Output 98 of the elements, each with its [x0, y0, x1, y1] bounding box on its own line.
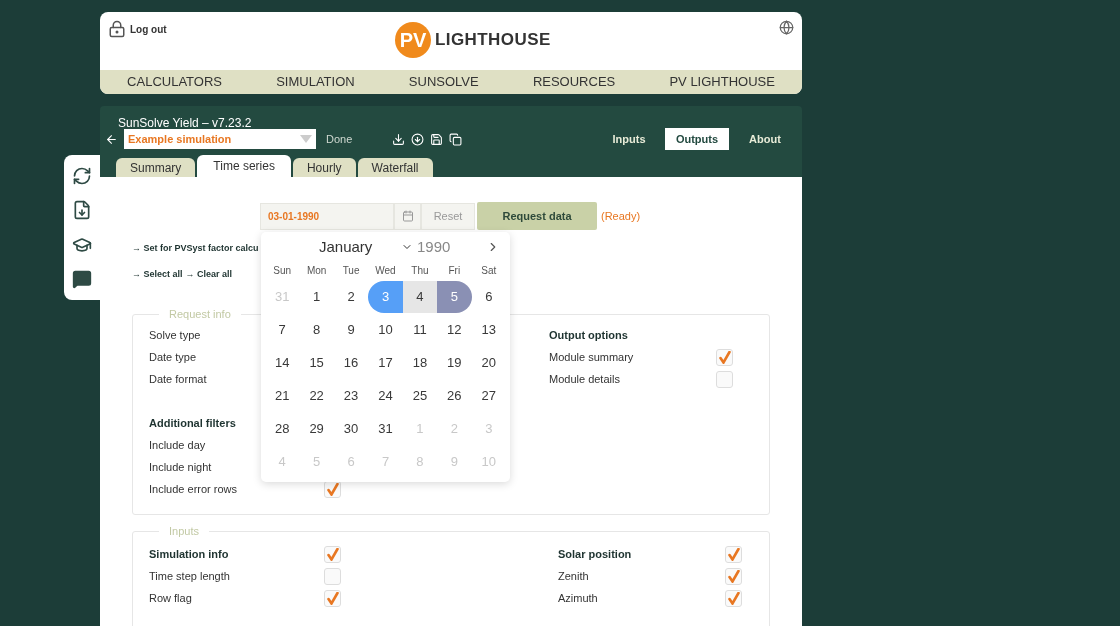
view-button[interactable]: Inputs [597, 128, 661, 150]
nav-link[interactable]: RESOURCES [532, 72, 616, 92]
option-label: Include night [149, 460, 212, 476]
calendar-day[interactable]: 26 [437, 380, 472, 412]
tab[interactable]: Waterfall [357, 158, 433, 177]
refresh-icon[interactable] [72, 166, 92, 187]
logout-link[interactable]: Log out [130, 21, 167, 37]
calendar-day[interactable]: 21 [265, 380, 300, 412]
option-label: Azimuth [558, 591, 599, 607]
calendar-day[interactable]: 10 [368, 314, 403, 346]
tab[interactable]: Time series [197, 155, 291, 177]
calendar-day[interactable]: 8 [299, 314, 334, 346]
checkbox[interactable] [725, 546, 742, 563]
dropdown-caret-icon [300, 135, 312, 143]
year-field[interactable]: 1990 [417, 235, 451, 259]
option-label: Module details [549, 372, 621, 388]
copy-icon[interactable] [449, 132, 462, 146]
section-heading: Additional filters [149, 416, 236, 432]
option-label: Row flag [149, 591, 193, 607]
calendar-day[interactable]: 19 [437, 347, 472, 379]
app-title: SunSolve Yield – v7.23.2 [118, 116, 252, 130]
panel-legend: Inputs [159, 523, 209, 540]
weekday-label: Sat [480, 264, 498, 278]
calendar-day[interactable]: 27 [471, 380, 506, 412]
checkbox[interactable] [324, 590, 341, 607]
file-download-icon[interactable] [72, 200, 92, 221]
option-label: Solar position [558, 547, 633, 563]
weekday-label: Fri [447, 264, 462, 278]
weekday-label: Tue [341, 264, 361, 278]
calendar-day[interactable]: 23 [333, 380, 369, 412]
calendar-day[interactable]: 18 [402, 347, 438, 379]
calendar-day[interactable]: 11 [402, 314, 438, 346]
chat-icon[interactable] [72, 268, 92, 289]
option-label: Date format [149, 372, 207, 388]
tab[interactable]: Hourly [292, 158, 356, 177]
weekday-label: Wed [374, 264, 397, 278]
back-arrow-icon[interactable] [105, 132, 118, 146]
globe-icon[interactable] [779, 20, 794, 35]
panel-legend: Request info [159, 306, 241, 323]
calendar-day[interactable]: 14 [265, 347, 300, 379]
calendar-day[interactable]: 15 [299, 347, 334, 379]
calendar-day[interactable]: 22 [299, 380, 334, 412]
weekday-label: Sun [272, 264, 293, 278]
view-button[interactable]: Outputs [665, 128, 729, 150]
weekday-label: Thu [410, 264, 430, 278]
calendar-day[interactable]: 17 [368, 347, 403, 379]
calendar-day[interactable]: 2 [333, 281, 369, 313]
checkbox[interactable] [725, 568, 742, 585]
nav-link[interactable]: CALCULATORS [127, 72, 222, 92]
option-label: Zenith [558, 569, 590, 585]
calendar-day[interactable]: 9 [333, 314, 369, 346]
lock-icon [108, 20, 126, 38]
option-label: Simulation info [149, 547, 230, 563]
option-label: Module summary [549, 350, 635, 366]
calendar-day[interactable]: 4 [402, 281, 438, 313]
option-label: Include day [149, 438, 206, 454]
checkbox[interactable] [725, 590, 742, 607]
calendar-day[interactable]: 1 [299, 281, 334, 313]
nav-link[interactable]: SUNSOLVE [408, 72, 479, 92]
calendar-day[interactable]: 16 [333, 347, 369, 379]
calendar-day[interactable]: 7 [265, 314, 300, 346]
calendar-day[interactable]: 29 [299, 413, 334, 445]
checkbox[interactable] [716, 349, 733, 366]
save-icon[interactable] [430, 132, 443, 146]
option-label: Include error rows [149, 482, 239, 498]
download-icon[interactable] [392, 132, 405, 146]
weekday-label: Mon [305, 264, 328, 278]
shortcut-link[interactable]: → Set for PVSyst factor calcu [132, 242, 259, 256]
calendar-icon [401, 210, 414, 222]
calendar-day[interactable]: 20 [471, 347, 506, 379]
checkbox[interactable] [324, 546, 341, 563]
month-select[interactable]: January [319, 235, 413, 259]
status-text: Done [326, 131, 354, 147]
calendar-day[interactable]: 24 [368, 380, 403, 412]
calendar-day[interactable]: 13 [471, 314, 506, 346]
tab[interactable]: Summary [116, 158, 196, 177]
calendar-day[interactable]: 25 [402, 380, 438, 412]
option-label: Date type [149, 350, 197, 366]
calendar-day[interactable]: 12 [437, 314, 472, 346]
calendar-day[interactable]: 30 [333, 413, 369, 445]
status-text: (Ready) [601, 208, 641, 224]
option-label: Time step length [149, 569, 231, 585]
section-heading: Output options [549, 328, 628, 344]
logo-text: LIGHTHOUSE [434, 29, 551, 52]
circle-download-icon[interactable] [411, 132, 424, 146]
logo-mark: PV [394, 22, 431, 58]
request-data-button[interactable]: Request data [477, 202, 597, 230]
nav-link[interactable]: SIMULATION [276, 72, 355, 92]
shortcut-link[interactable]: → Select all [132, 268, 183, 282]
calendar-day[interactable]: 6 [471, 281, 506, 313]
nav-link[interactable]: PV LIGHTHOUSE [669, 72, 775, 92]
shortcut-link[interactable]: → Clear all [185, 268, 233, 282]
calendar-day[interactable]: 28 [265, 413, 300, 445]
option-label: Solve type [149, 328, 201, 344]
view-button[interactable]: About [733, 128, 797, 150]
checkbox[interactable] [324, 568, 341, 585]
calendar-day[interactable]: 31 [368, 413, 403, 445]
checkbox[interactable] [716, 371, 733, 388]
